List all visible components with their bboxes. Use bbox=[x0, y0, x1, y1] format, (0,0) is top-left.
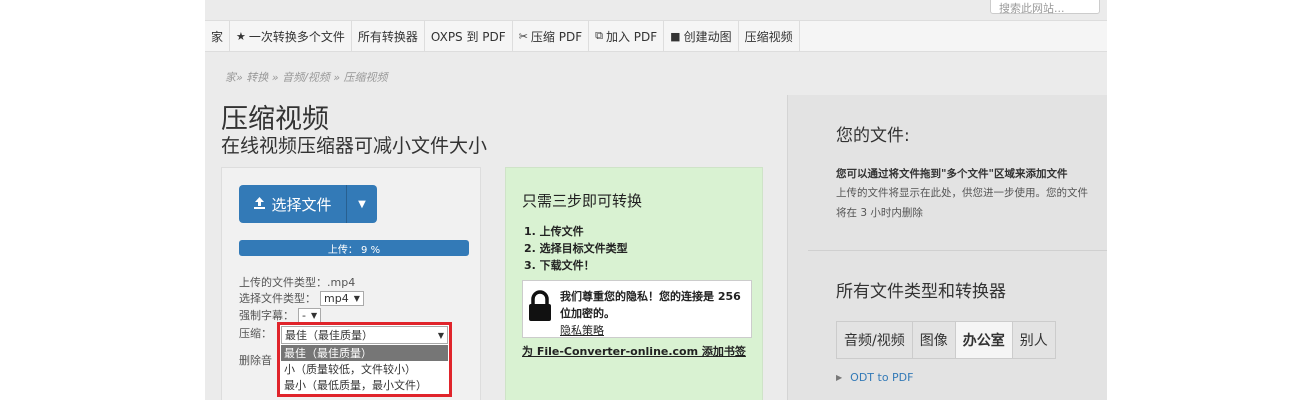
nav-join-pdf[interactable]: ⧉ 加入 PDF bbox=[589, 21, 665, 51]
uploaded-type-row: 上传的文件类型： .mp4 bbox=[239, 274, 355, 290]
category-tabs: 音频/视频 图像 办公室 别人 bbox=[836, 321, 1056, 359]
chevron-down-icon[interactable]: ▼ bbox=[347, 185, 377, 223]
nav-home[interactable]: 家 bbox=[205, 21, 231, 51]
chevron-down-icon: ▼ bbox=[353, 293, 360, 303]
uploaded-type-value: .mp4 bbox=[327, 275, 356, 289]
uploaded-type-label: 上传的文件类型： bbox=[239, 276, 327, 289]
step-item: 2. 选择目标文件类型 bbox=[524, 242, 628, 255]
remove-audio-row: 删除音 bbox=[239, 352, 272, 368]
choose-file-button-group[interactable]: 选择文件 ▼ bbox=[239, 185, 377, 223]
star-icon: ★ bbox=[236, 29, 246, 43]
steps-panel: 只需三步即可转换 1. 上传文件 2. 选择目标文件类型 3. 下载文件！ 我们… bbox=[505, 167, 763, 400]
nav-compress-pdf-label: 压缩 PDF bbox=[530, 29, 583, 44]
privacy-policy-link[interactable]: 隐私策略 bbox=[560, 322, 746, 338]
compress-option-small[interactable]: 小（质量较低，文件较小） bbox=[281, 361, 448, 377]
nav-home-label: 家 bbox=[211, 29, 224, 44]
join-icon: ⧉ bbox=[595, 29, 603, 42]
page: 搜索此网站... 家 ★ 一次转换多个文件 所有转换器 OXPS 到 PDF ✂ 压… bbox=[205, 0, 1107, 400]
step-item: 3. 下载文件！ bbox=[524, 259, 595, 272]
tab-image[interactable]: 图像 bbox=[911, 321, 956, 359]
nav-create-gif[interactable]: ■ 创建动图 bbox=[664, 21, 739, 51]
breadcrumb[interactable]: 家» 转换 » 音频/视频 » 压缩视频 bbox=[225, 69, 388, 85]
privacy-text: 我们尊重您的隐私！您的连接是 256 位加密的。 bbox=[560, 290, 741, 320]
all-converters-title: 所有文件类型和转换器 bbox=[836, 282, 1006, 302]
right-sidebar: 您的文件: 您可以通过将文件拖到"多个文件"区域来添加文件 上传的文件将显示在此… bbox=[787, 95, 1107, 400]
search-input[interactable]: 搜索此网站... bbox=[990, 0, 1100, 15]
nav-oxps-label: OXPS 到 PDF bbox=[430, 29, 506, 44]
nav-join-pdf-label: 加入 PDF bbox=[605, 29, 658, 44]
subtitle-value: - bbox=[302, 308, 306, 322]
choose-file-button[interactable]: 选择文件 bbox=[239, 185, 347, 223]
compress-selected-value: 最佳（最佳质量） bbox=[285, 329, 373, 342]
nav-create-gif-label: 创建动图 bbox=[683, 29, 732, 44]
nav-all-converters[interactable]: 所有转换器 bbox=[352, 21, 425, 51]
compress-row: 压缩： bbox=[239, 325, 272, 341]
tab-office[interactable]: 办公室 bbox=[954, 321, 1013, 359]
step-item: 1. 上传文件 bbox=[524, 225, 584, 238]
divider bbox=[808, 250, 1107, 251]
nav-all-converters-label: 所有转换器 bbox=[357, 29, 418, 44]
chevron-down-icon: ▼ bbox=[437, 330, 444, 340]
subtitle-row: 强制字幕： - ▼ bbox=[239, 307, 322, 323]
nav-compress-video[interactable]: 压缩视频 bbox=[739, 21, 800, 51]
choose-file-label: 选择文件 bbox=[271, 195, 332, 214]
top-strip: 搜索此网站... bbox=[205, 0, 1107, 20]
your-files-title: 您的文件: bbox=[836, 126, 910, 146]
main-content: 压缩视频 在线视频压缩器可减小文件大小 选择文件 ▼ 上传： 9 % 上传的文件… bbox=[205, 95, 787, 400]
page-subtitle: 在线视频压缩器可减小文件大小 bbox=[221, 135, 488, 157]
target-type-value: mp4 bbox=[324, 291, 349, 305]
upload-icon bbox=[253, 196, 266, 213]
steps-list: 1. 上传文件 2. 选择目标文件类型 3. 下载文件！ bbox=[524, 223, 628, 274]
privacy-content: 我们尊重您的隐私！您的连接是 256 位加密的。 隐私策略 bbox=[560, 288, 746, 338]
nav-batch-label: 一次转换多个文件 bbox=[248, 29, 345, 44]
compress-dropdown[interactable]: 最佳（最佳质量） ▼ 最佳（最佳质量） 小（质量较低，文件较小） 最小（最低质量… bbox=[277, 322, 452, 397]
target-type-row: 选择文件类型： mp4 ▼ bbox=[239, 290, 364, 306]
compress-option-smallest[interactable]: 最小（最低质量，最小文件） bbox=[281, 377, 448, 393]
nav-compress-pdf[interactable]: ✂ 压缩 PDF bbox=[513, 21, 590, 51]
caret-right-icon: ▶ bbox=[836, 373, 843, 382]
your-files-hint: 您可以通过将文件拖到"多个文件"区域来添加文件 bbox=[836, 168, 1068, 180]
remove-audio-label: 删除音 bbox=[239, 354, 272, 367]
steps-title: 只需三步即可转换 bbox=[522, 192, 643, 210]
upload-progress-fill: 上传： 9 % bbox=[239, 240, 469, 256]
compress-select[interactable]: 最佳（最佳质量） ▼ bbox=[281, 326, 448, 344]
privacy-box: 我们尊重您的隐私！您的连接是 256 位加密的。 隐私策略 bbox=[522, 280, 752, 338]
nav-compress-video-label: 压缩视频 bbox=[744, 29, 793, 44]
compress-icon: ✂ bbox=[518, 29, 528, 43]
converter-list-item[interactable]: ▶ ODT to PDF bbox=[836, 371, 913, 384]
bookmark-link[interactable]: 为 File-Converter-online.com 添加书签 bbox=[522, 343, 746, 359]
tab-audio-video[interactable]: 音频/视频 bbox=[836, 321, 913, 359]
target-type-select[interactable]: mp4 ▼ bbox=[320, 290, 364, 306]
nav-oxps-to-pdf[interactable]: OXPS 到 PDF bbox=[425, 21, 513, 51]
main-nav: 家 ★ 一次转换多个文件 所有转换器 OXPS 到 PDF ✂ 压缩 PDF ⧉ 加入… bbox=[205, 20, 1107, 52]
lock-icon bbox=[528, 290, 552, 322]
subtitle-select[interactable]: - ▼ bbox=[298, 307, 322, 323]
chevron-down-icon: ▼ bbox=[310, 310, 318, 320]
nav-batch-convert[interactable]: ★ 一次转换多个文件 bbox=[230, 21, 352, 51]
upload-progress: 上传： 9 % bbox=[239, 240, 469, 256]
video-camera-icon: ■ bbox=[670, 29, 681, 43]
your-files-description: 上传的文件将显示在此处，供您进一步使用。您的文件将在 3 小时内删除 bbox=[836, 187, 1088, 219]
converter-list-item-label: ODT to PDF bbox=[850, 371, 914, 384]
tab-other[interactable]: 别人 bbox=[1011, 321, 1056, 359]
subtitle-label: 强制字幕： bbox=[239, 309, 294, 322]
compress-option-best[interactable]: 最佳（最佳质量） bbox=[281, 345, 448, 361]
upload-progress-label: 上传： 9 % bbox=[327, 244, 381, 256]
compress-label: 压缩： bbox=[239, 327, 272, 340]
target-type-label: 选择文件类型： bbox=[239, 292, 316, 305]
